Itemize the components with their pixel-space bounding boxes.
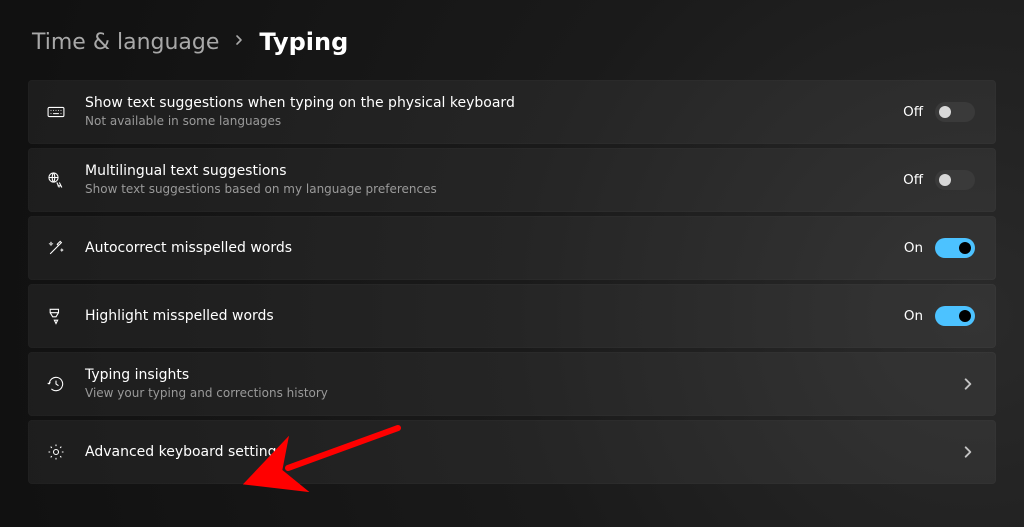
toggle-multilingual[interactable]: [935, 170, 975, 190]
setting-highlight[interactable]: Highlight misspelled words On: [28, 284, 996, 348]
setting-title: Show text suggestions when typing on the…: [85, 94, 887, 112]
setting-title: Autocorrect misspelled words: [85, 239, 888, 257]
setting-subtitle: Show text suggestions based on my langua…: [85, 182, 887, 198]
setting-title: Multilingual text suggestions: [85, 162, 887, 180]
setting-title: Advanced keyboard settings: [85, 443, 945, 461]
breadcrumb-parent[interactable]: Time & language: [32, 30, 219, 55]
setting-typing-insights[interactable]: Typing insights View your typing and cor…: [28, 352, 996, 416]
setting-advanced-keyboard[interactable]: Advanced keyboard settings: [28, 420, 996, 484]
keyboard-icon: [43, 102, 69, 122]
toggle-text-suggestions[interactable]: [935, 102, 975, 122]
gear-icon: [43, 442, 69, 462]
language-icon: [43, 170, 69, 190]
chevron-right-icon: [961, 377, 975, 391]
setting-multilingual[interactable]: Multilingual text suggestions Show text …: [28, 148, 996, 212]
toggle-label: Off: [903, 104, 923, 120]
toggle-label: On: [904, 240, 923, 256]
setting-title: Typing insights: [85, 366, 945, 384]
breadcrumb: Time & language Typing: [0, 0, 1024, 80]
toggle-label: Off: [903, 172, 923, 188]
toggle-autocorrect[interactable]: [935, 238, 975, 258]
chevron-right-icon: [233, 34, 245, 50]
history-icon: [43, 374, 69, 394]
breadcrumb-current: Typing: [259, 28, 348, 56]
setting-text-suggestions[interactable]: Show text suggestions when typing on the…: [28, 80, 996, 144]
highlight-icon: [43, 306, 69, 326]
setting-subtitle: View your typing and corrections history: [85, 386, 945, 402]
wand-icon: [43, 238, 69, 258]
toggle-highlight[interactable]: [935, 306, 975, 326]
setting-subtitle: Not available in some languages: [85, 114, 887, 130]
toggle-label: On: [904, 308, 923, 324]
settings-list: Show text suggestions when typing on the…: [0, 80, 1024, 484]
setting-autocorrect[interactable]: Autocorrect misspelled words On: [28, 216, 996, 280]
chevron-right-icon: [961, 445, 975, 459]
setting-title: Highlight misspelled words: [85, 307, 888, 325]
